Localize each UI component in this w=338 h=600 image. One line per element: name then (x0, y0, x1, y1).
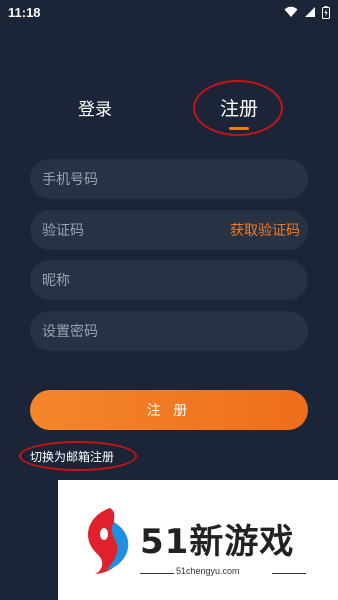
code-placeholder: 验证码 (42, 223, 84, 239)
tab-login[interactable]: 登录 (78, 95, 112, 120)
watermark-brand-text: 51新游戏 (140, 522, 295, 562)
annotation-circle-register (193, 80, 283, 136)
battery-icon (322, 5, 330, 19)
brand-logo-icon (80, 504, 132, 580)
password-input[interactable]: 设置密码 (30, 311, 308, 351)
watermark-divider-right (272, 573, 306, 574)
status-time: 11:18 (8, 4, 41, 20)
status-icons (284, 5, 330, 19)
register-button[interactable]: 注 册 (30, 390, 308, 430)
nickname-input[interactable]: 昵称 (30, 260, 308, 300)
nickname-placeholder: 昵称 (42, 273, 70, 289)
annotation-circle-email (19, 441, 137, 471)
watermark-divider-left (140, 573, 174, 574)
status-bar: 11:18 (0, 0, 338, 24)
phone-placeholder: 手机号码 (42, 172, 98, 188)
get-code-button[interactable]: 获取验证码 (230, 220, 300, 240)
watermark-banner: 51新游戏 51chengyu.com (58, 480, 338, 600)
watermark-url: 51chengyu.com (176, 566, 240, 576)
wifi-icon (284, 6, 298, 18)
phone-input[interactable]: 手机号码 (30, 159, 308, 199)
signal-icon (304, 6, 316, 18)
verification-code-input[interactable]: 验证码 获取验证码 (30, 210, 308, 250)
password-placeholder: 设置密码 (42, 324, 98, 340)
